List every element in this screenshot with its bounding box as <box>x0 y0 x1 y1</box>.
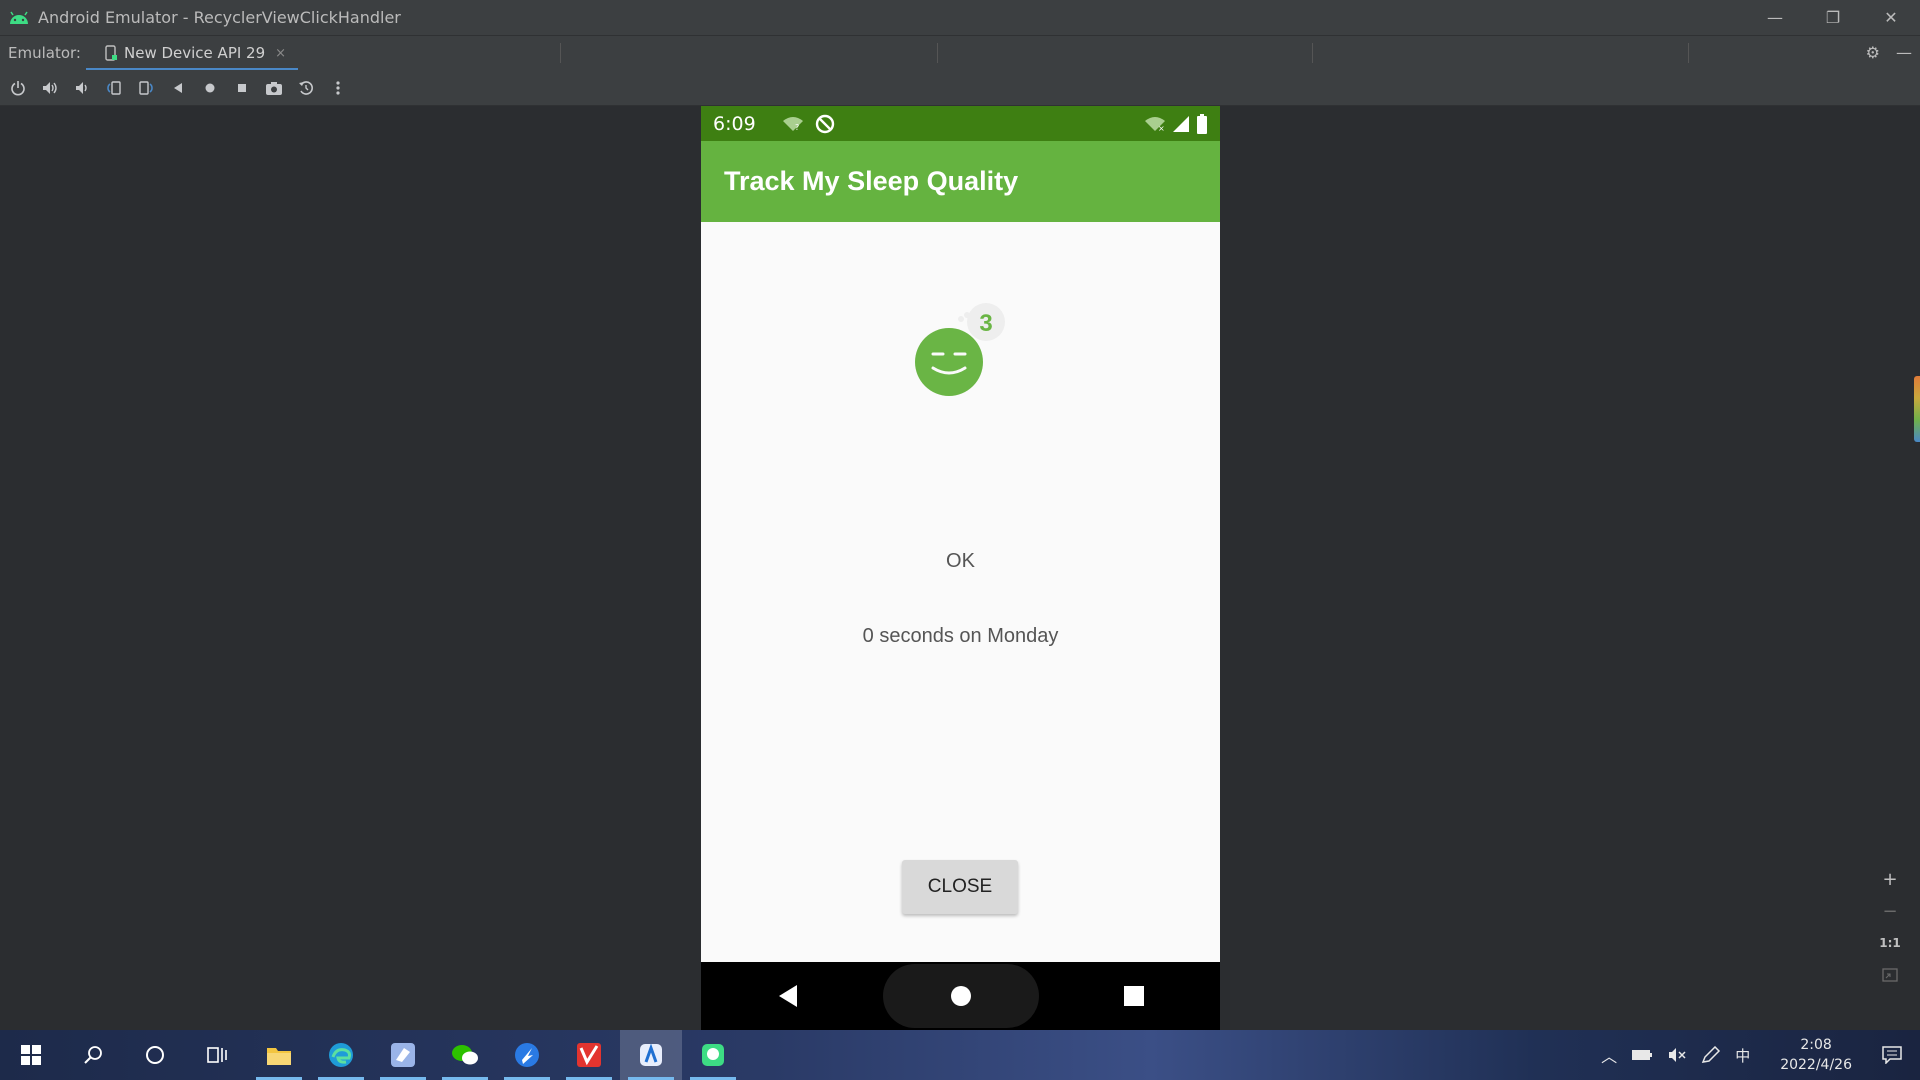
start-button[interactable] <box>0 1030 62 1080</box>
cortana-icon <box>146 1046 164 1064</box>
notification-center-icon[interactable] <box>1882 1046 1902 1064</box>
battery-icon <box>1197 113 1207 134</box>
camera-icon[interactable] <box>262 76 286 100</box>
search-icon <box>84 1046 102 1064</box>
cortana-button[interactable] <box>124 1030 186 1080</box>
close-button[interactable]: CLOSE <box>902 860 1018 914</box>
cell-signal-icon <box>1173 115 1189 132</box>
search-button[interactable] <box>62 1030 124 1080</box>
sleep-duration-text: 0 seconds on Monday <box>862 625 1059 647</box>
task-view-icon <box>207 1047 227 1063</box>
sleep-detail-content: 3 OK 0 seconds on Monday CLOSE <box>701 222 1220 966</box>
rotate-left-icon[interactable] <box>102 76 126 100</box>
device-screen[interactable]: 6:09 ? × Track My Sleep Quality 3 OK 0 s… <box>701 106 1220 1030</box>
snapshot-icon[interactable] <box>294 76 318 100</box>
svg-text:?: ? <box>795 123 799 132</box>
taskbar-app-6[interactable] <box>558 1030 620 1080</box>
more-options-icon[interactable] <box>326 76 350 100</box>
battery-tray-icon[interactable] <box>1631 1048 1653 1062</box>
emulator-app-icon <box>702 1044 724 1066</box>
zoom-controls: + − 1:1 <box>1872 866 1908 988</box>
back-icon[interactable] <box>166 76 190 100</box>
task-view-button[interactable] <box>186 1030 248 1080</box>
taskbar-emulator[interactable] <box>682 1030 744 1080</box>
quality-number-badge: 3 <box>979 310 992 337</box>
clock[interactable]: 2:08 2022/4/26 <box>1780 1035 1852 1075</box>
overview-icon[interactable] <box>230 76 254 100</box>
fit-screen-icon[interactable] <box>1876 962 1904 988</box>
emulator-toolbar <box>0 70 1920 106</box>
android-icon <box>0 11 38 25</box>
restore-button[interactable]: ❐ <box>1804 0 1862 35</box>
sleep-quality-icon: 3 <box>911 302 1011 402</box>
app-bar: Track My Sleep Quality <box>701 141 1220 222</box>
restore-icon: ❐ <box>1825 8 1841 27</box>
volume-down-icon[interactable] <box>70 76 94 100</box>
volume-up-icon[interactable] <box>38 76 62 100</box>
svg-text:×: × <box>1158 124 1165 132</box>
home-icon[interactable] <box>198 76 222 100</box>
settings-gear-icon[interactable]: ⚙ <box>1866 43 1880 62</box>
wifi-unknown-icon: ? <box>782 116 803 132</box>
sync-off-icon <box>815 114 834 133</box>
emulator-tab-bar: Emulator: New Device API 29 × <box>0 35 1920 71</box>
zoom-in-button[interactable]: + <box>1876 866 1904 892</box>
tab-device[interactable]: New Device API 29 × <box>86 36 299 71</box>
android-nav-bar <box>701 962 1220 1030</box>
zoom-out-button[interactable]: − <box>1876 898 1904 924</box>
tab-label: New Device API 29 <box>124 44 266 62</box>
power-icon[interactable] <box>6 76 30 100</box>
clock-date: 2022/4/26 <box>1780 1057 1852 1073</box>
rotate-right-icon[interactable] <box>134 76 158 100</box>
hide-panel-icon[interactable]: — <box>1896 43 1912 62</box>
close-window-button[interactable]: ✕ <box>1862 0 1920 35</box>
folder-icon <box>267 1048 291 1065</box>
nav-back-button[interactable] <box>768 976 808 1016</box>
actual-size-button[interactable]: 1:1 <box>1876 930 1904 956</box>
nav-home-button[interactable] <box>941 976 981 1016</box>
taskbar-app-3[interactable] <box>372 1030 434 1080</box>
show-hidden-icons-icon[interactable]: ︿ <box>1601 1043 1617 1067</box>
taskbar-app-5[interactable] <box>496 1030 558 1080</box>
android-status-bar: 6:09 ? × <box>701 106 1220 141</box>
app-window-icon <box>391 1043 415 1067</box>
window-title: Android Emulator - RecyclerViewClickHand… <box>38 8 401 27</box>
windows-taskbar: ︿ 中 2:08 2022/4/26 <box>0 1030 1920 1080</box>
edge-browser-icon <box>329 1043 353 1067</box>
taskbar-wechat[interactable] <box>434 1030 496 1080</box>
window-title-bar: Android Emulator - RecyclerViewClickHand… <box>0 0 1920 35</box>
close-icon: ✕ <box>1884 8 1898 27</box>
status-time: 6:09 <box>713 112 756 135</box>
red-app-icon <box>577 1043 601 1067</box>
taskbar-edge[interactable] <box>310 1030 372 1080</box>
android-studio-icon <box>640 1043 662 1066</box>
wechat-icon <box>452 1045 478 1065</box>
nav-home-icon <box>950 986 971 1006</box>
emulator-label: Emulator: <box>8 44 81 62</box>
system-tray: ︿ 中 2:08 2022/4/26 <box>1601 1030 1920 1080</box>
speaker-muted-icon[interactable] <box>1667 1047 1687 1063</box>
quality-text: OK <box>946 550 975 572</box>
nav-recents-icon <box>1123 986 1144 1006</box>
pen-icon[interactable] <box>1701 1046 1721 1064</box>
minimize-button[interactable]: — <box>1746 0 1804 35</box>
app-title: Track My Sleep Quality <box>724 166 1019 196</box>
side-indicator-strip <box>1914 376 1920 442</box>
ime-indicator[interactable]: 中 <box>1735 1045 1750 1066</box>
device-icon <box>105 45 117 61</box>
clock-time: 2:08 <box>1800 1037 1832 1053</box>
blue-app-icon <box>515 1043 539 1067</box>
minimize-icon: — <box>1767 8 1783 27</box>
wifi-icon: × <box>1145 116 1165 132</box>
taskbar-file-explorer[interactable] <box>248 1030 310 1080</box>
windows-logo-icon <box>21 1045 41 1065</box>
nav-recents-button[interactable] <box>1114 976 1154 1016</box>
taskbar-android-studio[interactable] <box>620 1030 682 1080</box>
tab-close-icon[interactable]: × <box>275 46 286 61</box>
nav-back-icon <box>778 985 797 1007</box>
